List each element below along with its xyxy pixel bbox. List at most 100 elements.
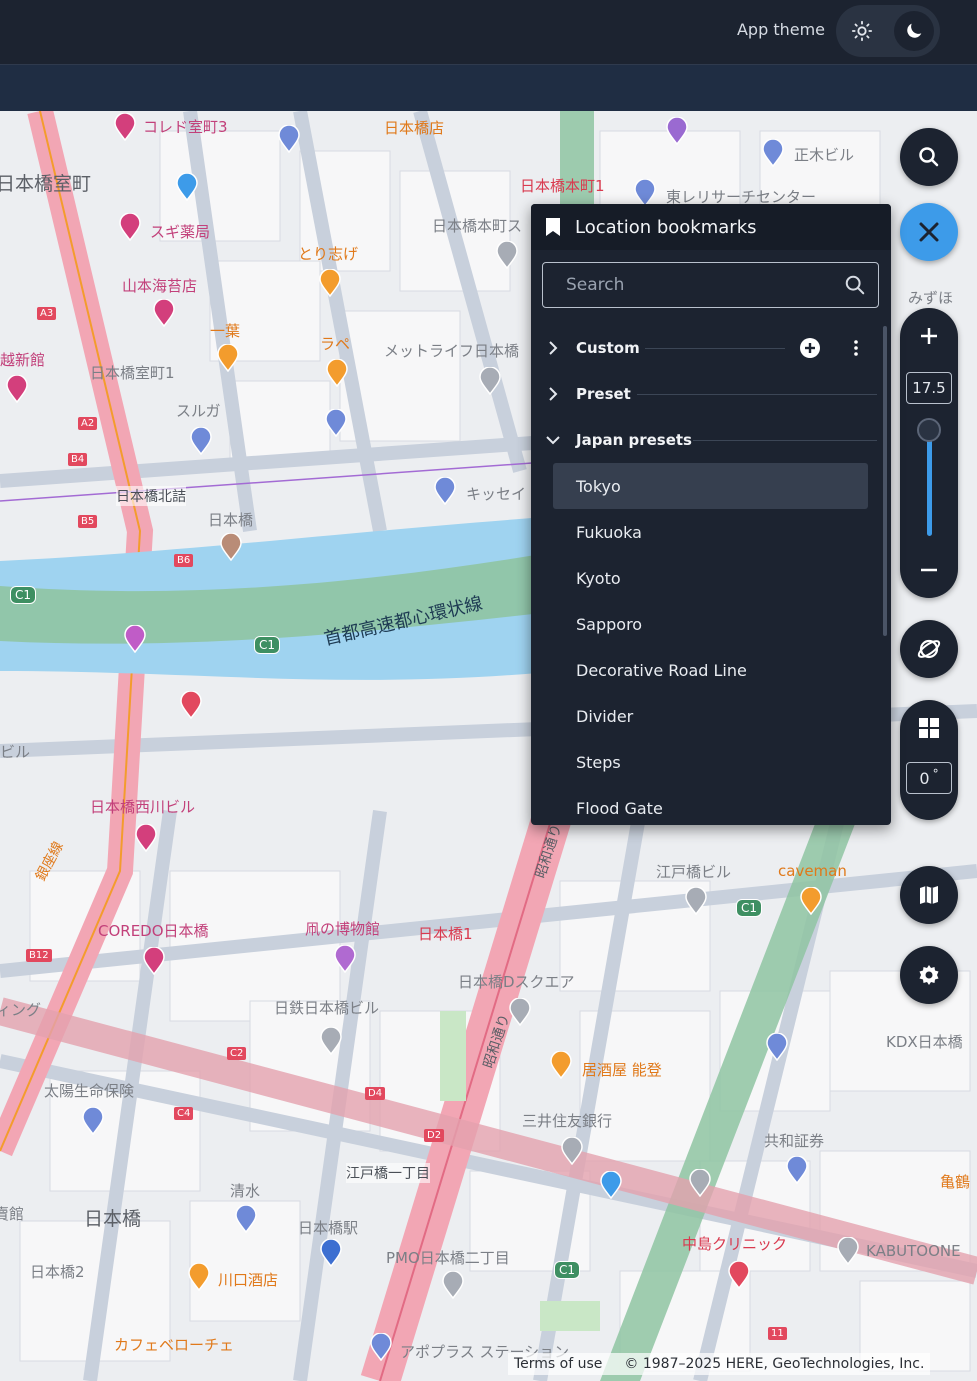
place-pin-icon[interactable]	[320, 1027, 342, 1055]
bank-pin-icon[interactable]	[766, 1033, 788, 1061]
map-label: 清水	[230, 1182, 261, 1200]
station-pin-icon[interactable]	[320, 1239, 342, 1267]
dark-theme-button[interactable]	[894, 11, 934, 51]
bank-pin-icon[interactable]	[190, 427, 212, 455]
route-shield: C4	[174, 1107, 194, 1120]
closed-marker-icon[interactable]	[180, 691, 202, 719]
bank-pin-icon[interactable]	[235, 1205, 257, 1233]
shopping-pin-icon[interactable]	[114, 113, 136, 141]
bookmark-item-tokyo[interactable]: Tokyo	[553, 463, 868, 509]
map-label: 日本橋室町	[0, 173, 92, 195]
map-label: 川口酒店	[218, 1271, 279, 1289]
place-pin-icon[interactable]	[634, 179, 656, 207]
divider	[645, 348, 785, 349]
map-label: 日本橋本町1	[520, 177, 605, 195]
group-preset[interactable]: Preset	[531, 374, 881, 414]
plus-icon	[921, 328, 937, 344]
shopping-pin-icon[interactable]	[143, 947, 165, 975]
restaurant-pin-icon[interactable]	[217, 344, 239, 372]
map-style-button[interactable]	[900, 866, 958, 924]
restaurant-pin-icon[interactable]	[188, 1263, 210, 1291]
bookmark-item-kyoto[interactable]: Kyoto	[553, 555, 868, 601]
shopping-pin-icon[interactable]	[6, 375, 28, 403]
light-theme-button[interactable]	[842, 11, 882, 51]
add-circle-icon[interactable]	[799, 337, 821, 359]
bookmark-item-fukuoka[interactable]: Fukuoka	[553, 509, 868, 555]
bookmark-item-steps[interactable]: Steps	[553, 739, 868, 785]
route-shield: A3	[37, 307, 57, 320]
bookmarks-search[interactable]	[542, 262, 879, 308]
tilt-toggle-button[interactable]	[900, 620, 958, 678]
place-pin-icon[interactable]	[434, 477, 456, 505]
theme-label: App theme	[736, 20, 825, 39]
parking-pin-icon[interactable]	[176, 173, 198, 201]
place-pin-icon[interactable]	[685, 887, 707, 915]
building-pin-icon[interactable]	[82, 1107, 104, 1135]
chevron-right-icon	[549, 387, 558, 401]
camera-pin-icon[interactable]	[124, 625, 146, 653]
zoom-out-button[interactable]	[909, 550, 949, 590]
restaurant-pin-icon[interactable]	[800, 887, 822, 915]
group-japan-presets[interactable]: Japan presets	[531, 420, 881, 460]
place-pin-icon[interactable]	[479, 367, 501, 395]
bookmark-item-sapporo[interactable]: Sapporo	[553, 601, 868, 647]
place-pin-icon[interactable]	[442, 1271, 464, 1299]
globe-tilt-icon	[917, 639, 941, 659]
bookmarks-scrollbar[interactable]	[883, 326, 887, 636]
close-bookmarks-button[interactable]	[900, 203, 958, 261]
zoom-level-value[interactable]: 17.5	[906, 372, 952, 404]
bookmarks-header: Location bookmarks	[531, 204, 891, 250]
grid-icon	[919, 718, 939, 738]
theme-toggle[interactable]	[836, 5, 940, 57]
bookmark-item-divider[interactable]: Divider	[553, 693, 868, 739]
place-pin-icon[interactable]	[496, 241, 518, 269]
map-label: 山本海苔店	[122, 277, 198, 295]
group-custom[interactable]: Custom	[531, 328, 881, 368]
place-pin-icon[interactable]	[509, 998, 531, 1026]
zoom-control: 17.5	[900, 308, 958, 598]
map-label: PMO日本橋二丁目	[386, 1249, 510, 1267]
building-pin-icon[interactable]	[370, 1333, 392, 1361]
terms-of-use-link[interactable]: Terms of use	[514, 1356, 602, 1372]
building-pin-icon[interactable]	[786, 1156, 808, 1184]
restaurant-pin-icon[interactable]	[550, 1051, 572, 1079]
search-button[interactable]	[900, 128, 958, 186]
map-label: スギ薬局	[150, 223, 211, 241]
map-label: 日本橋西川ビル	[90, 798, 196, 816]
building-pin-icon[interactable]	[762, 139, 784, 167]
shopping-pin-icon[interactable]	[119, 213, 141, 241]
route-shield: B12	[26, 949, 52, 962]
map-label: COREDO日本橋	[98, 922, 209, 940]
place-pin-icon[interactable]	[220, 533, 242, 561]
search-icon[interactable]	[844, 274, 866, 296]
restaurant-pin-icon[interactable]	[326, 359, 348, 387]
zoom-in-button[interactable]	[909, 316, 949, 356]
shopping-pin-icon[interactable]	[135, 824, 157, 852]
hospital-pin-icon[interactable]	[728, 1261, 750, 1289]
app-header: App theme	[0, 0, 977, 65]
parking-pin-icon[interactable]	[600, 1171, 622, 1199]
museum-pin-icon[interactable]	[334, 945, 356, 973]
rotation-value[interactable]: 0 °	[906, 762, 952, 794]
settings-button[interactable]	[900, 946, 958, 1004]
layers-grid-button[interactable]	[917, 716, 941, 744]
chevron-right-icon	[549, 341, 558, 355]
group-label: Custom	[576, 339, 640, 357]
shopping-pin-icon[interactable]	[153, 299, 175, 327]
bank-pin-icon[interactable]	[325, 409, 347, 437]
close-icon	[919, 222, 939, 242]
place-pin-icon[interactable]	[837, 1237, 859, 1265]
place-pin-icon[interactable]	[561, 1137, 583, 1165]
bookmarks-search-input[interactable]	[566, 275, 844, 295]
school-pin-icon[interactable]	[666, 117, 688, 145]
bookmark-item-decorative-road-line[interactable]: Decorative Road Line	[553, 647, 868, 693]
restaurant-pin-icon[interactable]	[319, 269, 341, 297]
place-pin-icon[interactable]	[689, 1169, 711, 1197]
map-label: 居酒屋 能登	[582, 1061, 662, 1079]
more-vertical-icon[interactable]	[846, 338, 866, 358]
zoom-slider-handle[interactable]	[917, 418, 941, 442]
bookmark-item-flood-gate[interactable]: Flood Gate	[553, 785, 868, 825]
map-label: 賣館	[0, 1205, 25, 1223]
map-label: 日本橋	[208, 511, 254, 529]
post-office-pin-icon[interactable]	[278, 125, 300, 153]
